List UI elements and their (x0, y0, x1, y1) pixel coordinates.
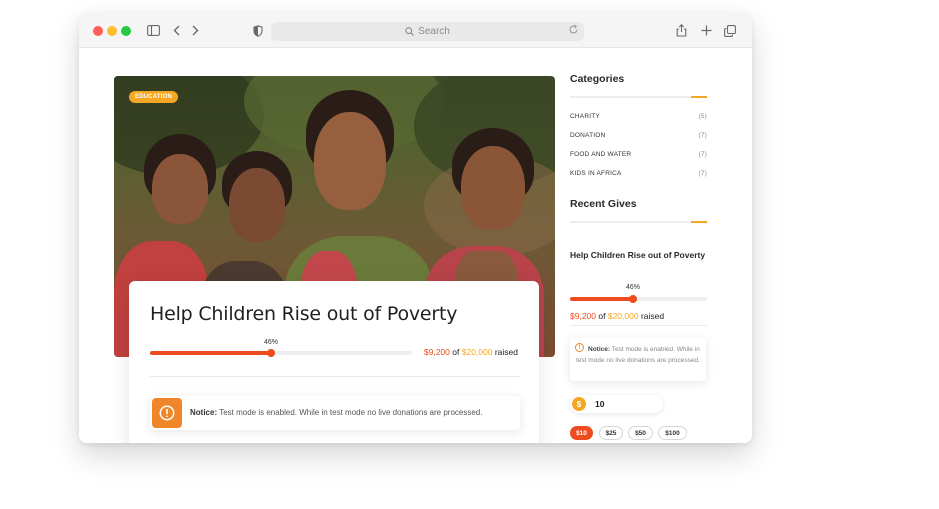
notice-text: Notice: Test mode is enabled. While in t… (190, 408, 482, 417)
categories-title: Categories (570, 73, 625, 85)
alert-icon (152, 398, 182, 428)
raised-word: raised (494, 347, 518, 357)
recent-raised-amount: $9,200 (570, 311, 596, 321)
recent-progress-knob (629, 295, 637, 303)
sidebar-notice-text: Notice: Test mode is enabled. While in t… (576, 344, 702, 366)
raised-of: of (452, 347, 460, 357)
reload-icon[interactable] (568, 24, 579, 38)
browser-toolbar: Search (79, 13, 752, 48)
tab-overview-icon[interactable] (723, 22, 736, 39)
category-label: CHARITY (570, 113, 600, 120)
recent-progress-bar (570, 295, 707, 303)
progress-knob (267, 349, 275, 357)
divider (150, 376, 520, 377)
close-window-button[interactable] (93, 26, 103, 36)
amount-option-100[interactable]: $100 (658, 426, 687, 440)
recent-raised-of: of (598, 311, 606, 321)
category-item-food-and-water[interactable]: FOOD AND WATER (7) (570, 151, 707, 158)
notice-message: Test mode is enabled. While in test mode… (219, 408, 483, 417)
campaign-card: Help Children Rise out of Poverty 46% $9… (129, 281, 539, 443)
donation-amount-input[interactable]: $ 10 (570, 395, 663, 413)
goal-amount: $20,000 (461, 347, 493, 357)
amount-option-10[interactable]: $10 (570, 426, 593, 440)
test-mode-notice: Notice: Test mode is enabled. While in t… (150, 396, 520, 430)
progress-percent: 46% (264, 339, 279, 346)
recent-give-title[interactable]: Help Children Rise out of Poverty (570, 249, 710, 262)
notice-label: Notice: (190, 408, 218, 417)
back-icon[interactable] (171, 22, 181, 39)
page-content: EDUCATION Help Children Rise out of Pove… (79, 48, 752, 443)
recent-raised-word: raised (640, 311, 665, 321)
category-item-kids-in-africa[interactable]: KIDS IN AFRICA (7) (570, 170, 707, 177)
page: Search EDUCATION Help Children Rise out … (0, 0, 939, 509)
recent-gives-title: Recent Gives (570, 198, 637, 210)
sidebar-notice-label: Notice: (588, 346, 611, 353)
donation-amount-value: 10 (595, 399, 605, 409)
category-label: KIDS IN AFRICA (570, 170, 622, 177)
address-bar[interactable]: Search (271, 22, 584, 41)
shield-icon[interactable] (252, 22, 264, 39)
category-count: (7) (698, 151, 707, 158)
campaign-title[interactable]: Help Children Rise out of Poverty (150, 303, 458, 325)
zoom-window-button[interactable] (121, 26, 131, 36)
address-placeholder: Search (418, 26, 450, 37)
category-label: DONATION (570, 132, 606, 139)
category-item-charity[interactable]: CHARITY (5) (570, 113, 707, 120)
category-badge[interactable]: EDUCATION (129, 91, 179, 103)
sidebar-toggle-icon[interactable] (145, 22, 161, 39)
category-count: (7) (698, 132, 707, 139)
sidebar-test-mode-notice: ! Notice: Test mode is enabled. While in… (570, 338, 706, 381)
categories-underline (570, 96, 707, 98)
search-icon (405, 27, 414, 36)
raised-amount: $9,200 (423, 347, 450, 357)
recent-goal-amount: $20,000 (607, 311, 639, 321)
new-tab-icon[interactable] (700, 22, 712, 39)
share-icon[interactable] (675, 22, 687, 39)
category-count: (7) (698, 170, 707, 177)
category-count: (5) (698, 113, 707, 120)
recent-raised-summary: $9,200 of $20,000 raised (570, 311, 664, 321)
amount-option-50[interactable]: $50 (628, 426, 653, 440)
recent-gives-underline (570, 221, 707, 223)
recent-progress-fill (570, 297, 633, 301)
currency-icon: $ (572, 397, 586, 411)
progress-bar (150, 349, 412, 357)
recent-progress-percent: 46% (626, 284, 641, 291)
raised-summary: $9,200 of $20,000 raised (424, 347, 518, 357)
amount-option-25[interactable]: $25 (599, 426, 623, 440)
category-item-donation[interactable]: DONATION (7) (570, 132, 707, 139)
browser-window: Search EDUCATION Help Children Rise out … (79, 13, 752, 443)
forward-icon[interactable] (190, 22, 200, 39)
category-label: FOOD AND WATER (570, 151, 632, 158)
progress-fill (150, 351, 271, 355)
minimize-window-button[interactable] (107, 26, 117, 36)
